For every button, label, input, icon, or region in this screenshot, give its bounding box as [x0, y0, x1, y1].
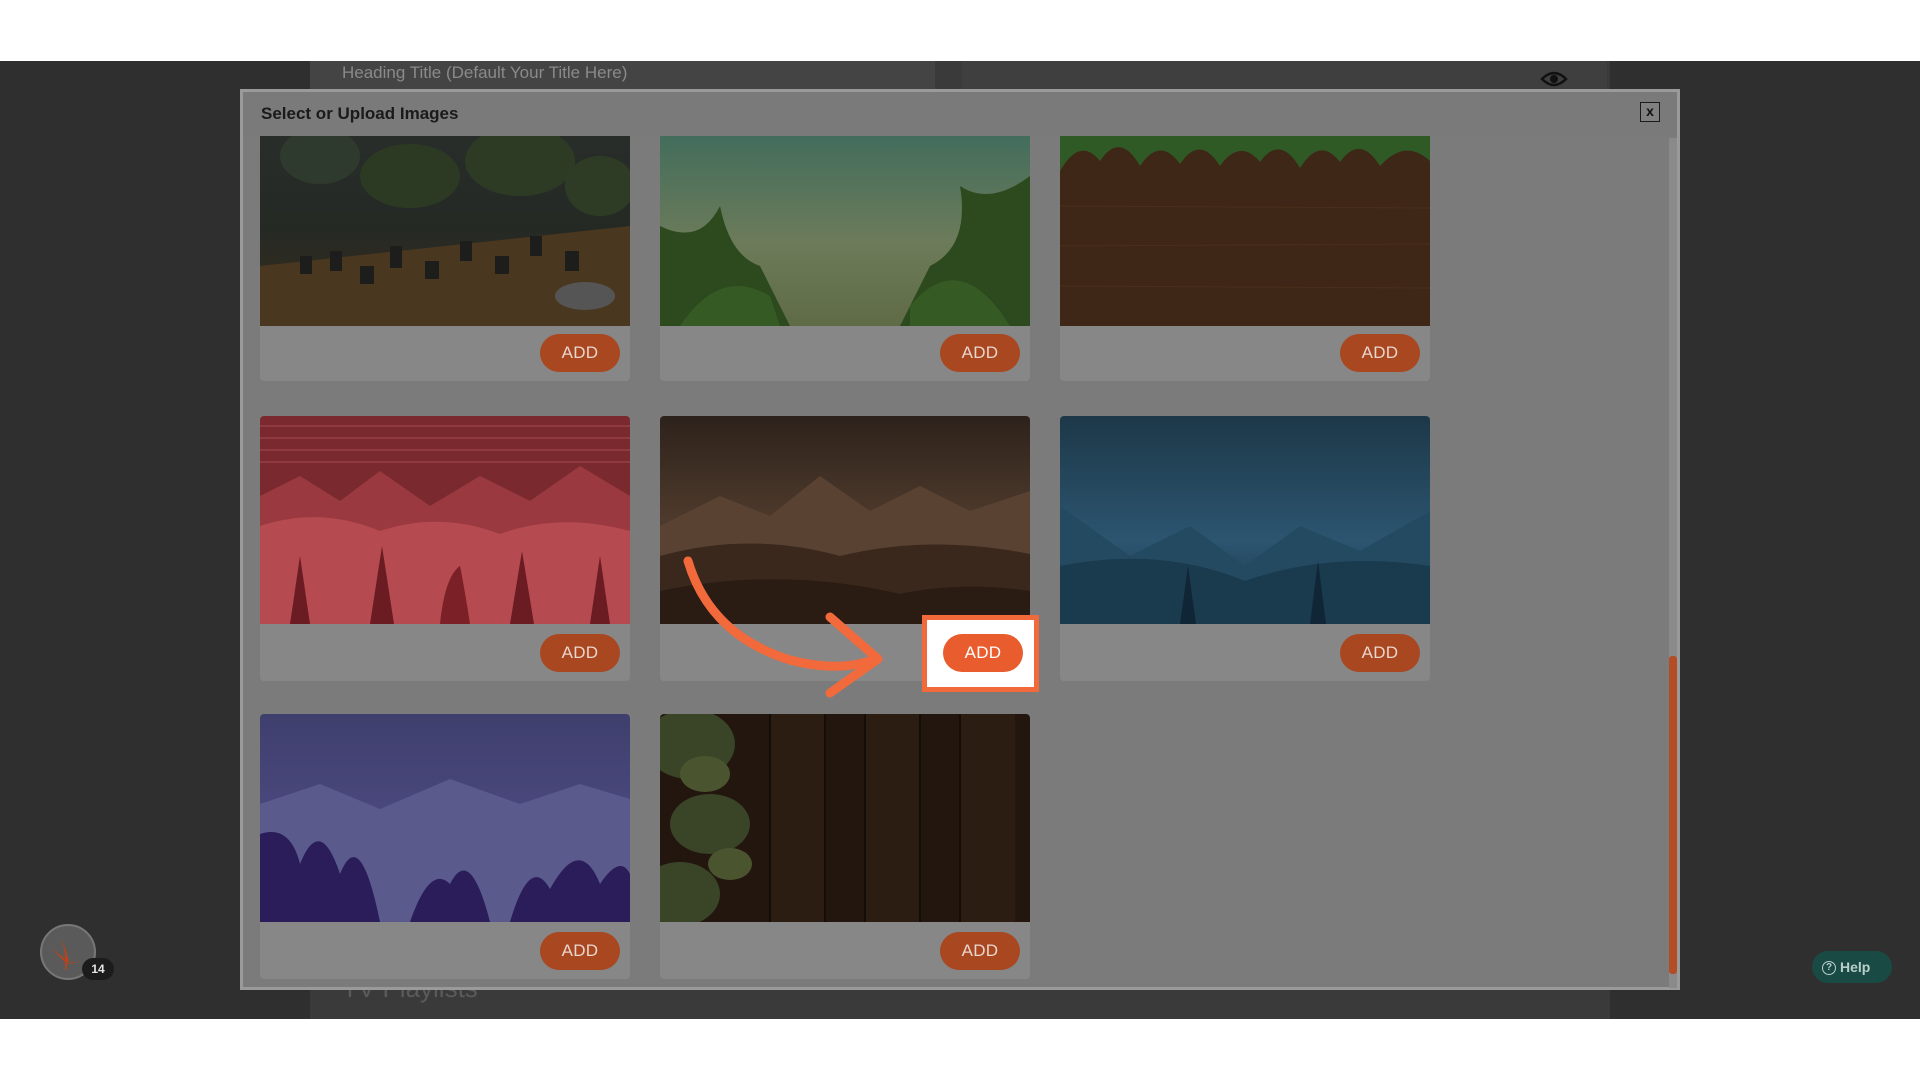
help-button[interactable]: ? Help: [1812, 951, 1892, 983]
image-card: ADD: [1060, 136, 1430, 381]
annotation-arrow: [683, 556, 883, 698]
help-icon: ?: [1822, 961, 1836, 976]
modal-header: Select or Upload Images x: [243, 92, 1677, 136]
image-card: ADD: [1060, 416, 1430, 681]
image-picker-modal: Select or Upload Images x ADD ADD ADD AD…: [240, 89, 1680, 990]
add-button[interactable]: ADD: [940, 334, 1020, 372]
image-thumbnail[interactable]: [260, 714, 630, 922]
add-button[interactable]: ADD: [1340, 634, 1420, 672]
image-thumbnail[interactable]: [260, 416, 630, 624]
scrollbar-thumb[interactable]: [1669, 656, 1677, 974]
add-button[interactable]: ADD: [940, 932, 1020, 970]
image-card: ADD: [260, 416, 630, 681]
modal-title: Select or Upload Images: [261, 104, 459, 123]
image-card: ADD: [660, 136, 1030, 381]
help-label: Help: [1840, 959, 1871, 975]
add-button[interactable]: ADD: [540, 334, 620, 372]
image-card: ADD: [260, 714, 630, 979]
image-card: ADD: [660, 714, 1030, 979]
image-thumbnail[interactable]: [260, 136, 630, 326]
image-thumbnail[interactable]: [1060, 416, 1430, 624]
highlighted-add-frame: ADD: [922, 615, 1039, 692]
add-button-highlighted[interactable]: ADD: [943, 634, 1023, 672]
background-field-right: [962, 61, 1607, 91]
notification-badge: 14: [82, 958, 114, 980]
eye-icon: [1540, 71, 1568, 87]
add-button[interactable]: ADD: [1340, 334, 1420, 372]
close-button[interactable]: x: [1640, 102, 1660, 122]
image-grid: ADD ADD ADD ADD ADD ADD ADD: [260, 136, 1660, 986]
add-button[interactable]: ADD: [540, 634, 620, 672]
image-thumbnail[interactable]: [660, 136, 1030, 326]
image-thumbnail[interactable]: [660, 714, 1030, 922]
background-heading-placeholder: Heading Title (Default Your Title Here): [342, 63, 628, 82]
add-button[interactable]: ADD: [540, 932, 620, 970]
image-thumbnail[interactable]: [1060, 136, 1430, 326]
modal-scrollbar[interactable]: [1669, 138, 1677, 988]
image-card: ADD: [260, 136, 630, 381]
